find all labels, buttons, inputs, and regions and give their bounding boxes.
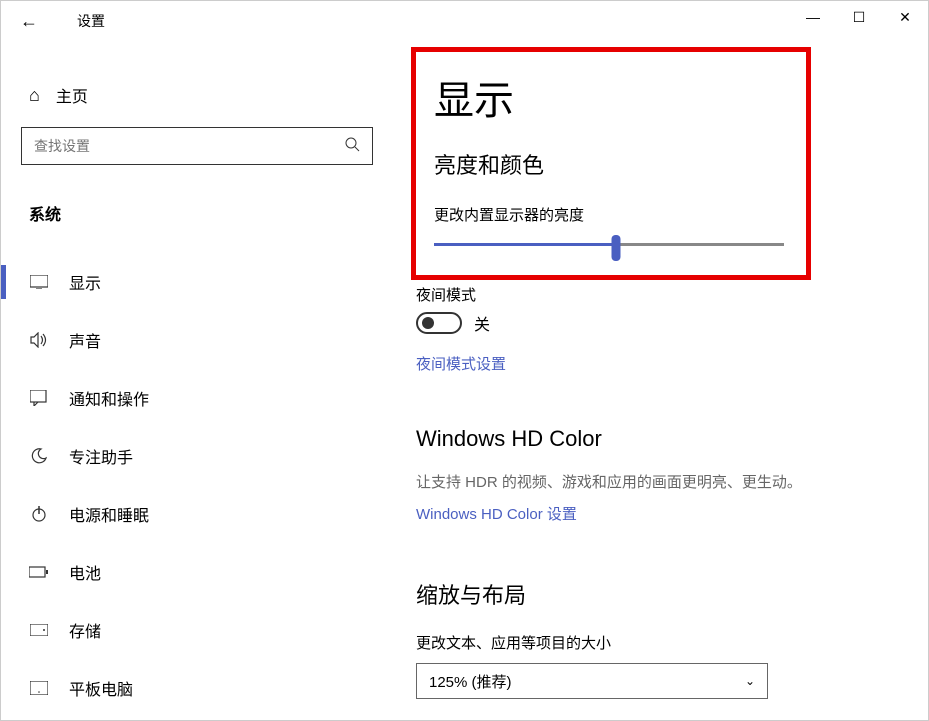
nav-icon: [29, 275, 49, 289]
scale-value: 125% (推荐): [429, 671, 512, 692]
search-box[interactable]: [21, 127, 373, 165]
hd-color-link[interactable]: Windows HD Color 设置: [416, 503, 908, 524]
window-title: 设置: [77, 11, 105, 31]
home-label: 主页: [56, 83, 88, 107]
nav-label: 通知和操作: [69, 386, 149, 410]
nav-icon: [29, 332, 49, 348]
back-button[interactable]: ←: [9, 1, 49, 41]
nightmode-settings-link[interactable]: 夜间模式设置: [416, 353, 908, 374]
nav-label: 显示: [69, 270, 101, 294]
brightness-section-title: 亮度和颜色: [434, 148, 788, 180]
nav-icon: [29, 681, 49, 695]
nav-icon: [29, 624, 49, 636]
nav-icon: [29, 448, 49, 464]
nav-icon: [29, 506, 49, 522]
page-title: 显示: [434, 68, 788, 126]
search-icon: [344, 136, 360, 157]
category-label: 系统: [21, 193, 381, 233]
sidebar-item-3[interactable]: 专注助手: [21, 427, 381, 485]
home-icon: ⌂: [29, 85, 40, 106]
maximize-button[interactable]: ☐: [836, 1, 882, 33]
sidebar-item-6[interactable]: 存储: [21, 601, 381, 659]
nav-label: 存储: [69, 618, 101, 642]
sidebar-item-4[interactable]: 电源和睡眠: [21, 485, 381, 543]
hd-color-title: Windows HD Color: [416, 426, 908, 452]
scale-label: 更改文本、应用等项目的大小: [416, 632, 908, 653]
hd-color-desc: 让支持 HDR 的视频、游戏和应用的画面更明亮、更生动。: [416, 472, 908, 493]
sidebar-item-1[interactable]: 声音: [21, 311, 381, 369]
sidebar-item-0[interactable]: 显示: [21, 253, 381, 311]
search-input[interactable]: [34, 138, 344, 154]
nav-label: 电源和睡眠: [69, 502, 149, 526]
sidebar-item-5[interactable]: 电池: [21, 543, 381, 601]
nav-label: 声音: [69, 328, 101, 352]
chevron-down-icon: ⌄: [745, 674, 755, 688]
home-nav[interactable]: ⌂ 主页: [21, 71, 381, 127]
sidebar: ⌂ 主页 系统 显示声音通知和操作专注助手电源和睡眠电池存储平板电脑: [1, 41, 401, 720]
scale-section-title: 缩放与布局: [416, 578, 908, 610]
nightmode-toggle[interactable]: [416, 312, 462, 334]
slider-thumb[interactable]: [612, 235, 621, 261]
sidebar-item-7[interactable]: 平板电脑: [21, 659, 381, 717]
brightness-label: 更改内置显示器的亮度: [434, 204, 788, 225]
toggle-knob: [422, 317, 434, 329]
scale-dropdown[interactable]: 125% (推荐) ⌄: [416, 663, 768, 699]
highlight-annotation: 显示 亮度和颜色 更改内置显示器的亮度: [411, 47, 811, 280]
toggle-state-label: 关: [474, 311, 490, 335]
sidebar-item-2[interactable]: 通知和操作: [21, 369, 381, 427]
nav-label: 平板电脑: [69, 676, 133, 700]
nav-icon: [29, 566, 49, 578]
content-area: 显示 亮度和颜色 更改内置显示器的亮度 夜间模式 关 夜间模式设置 Window…: [401, 41, 928, 720]
nav-icon: [29, 390, 49, 406]
nightmode-label: 夜间模式: [416, 284, 908, 305]
nav-label: 专注助手: [69, 444, 133, 468]
minimize-button[interactable]: —: [790, 1, 836, 33]
nav-label: 电池: [69, 560, 101, 584]
slider-fill: [434, 243, 616, 246]
close-button[interactable]: ✕: [882, 1, 928, 33]
brightness-slider[interactable]: [434, 235, 784, 255]
